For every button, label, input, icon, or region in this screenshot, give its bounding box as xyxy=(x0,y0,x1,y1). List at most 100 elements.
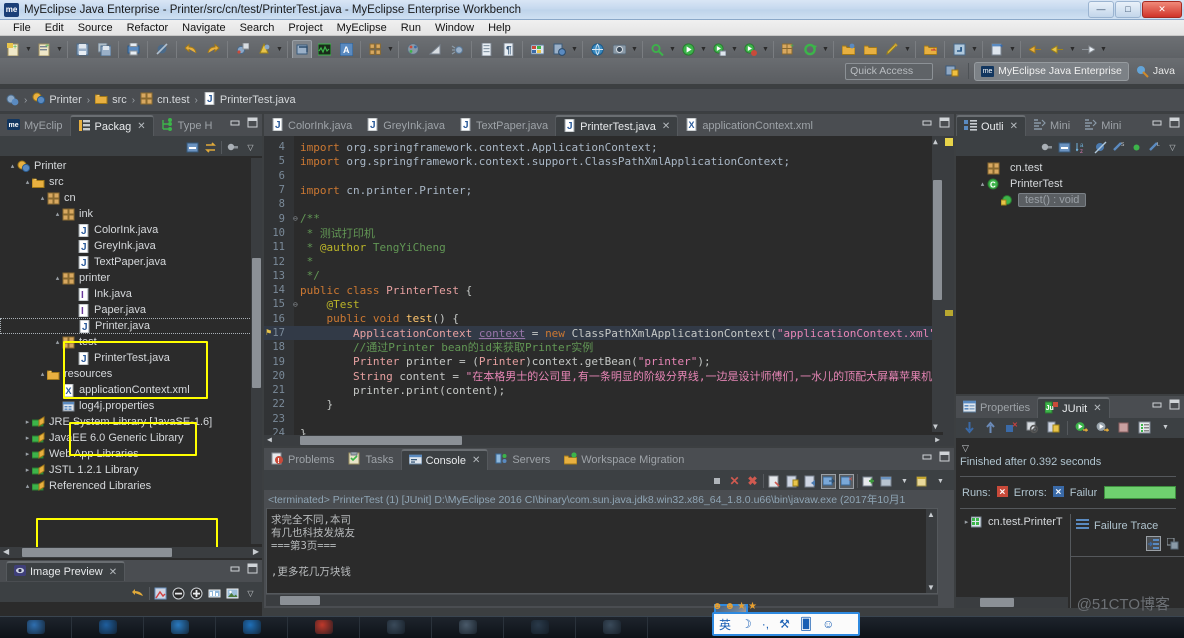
code-line[interactable]: ⚑ 17 ApplicationContext context = new Cla… xyxy=(264,325,949,341)
close-icon[interactable]: ✕ xyxy=(1010,121,1018,132)
menu-item-edit[interactable]: Edit xyxy=(38,21,71,35)
taskbar-item[interactable] xyxy=(288,617,360,638)
tree-item-ink-java[interactable]: I Ink.java xyxy=(0,286,262,302)
expand-arrow-icon[interactable]: ▴ xyxy=(38,194,47,202)
clear-image-icon[interactable] xyxy=(153,586,168,601)
tree-item-referenced-libraries[interactable]: ▴ Referenced Libraries xyxy=(0,478,262,494)
code-line[interactable]: 12 * xyxy=(264,254,932,268)
package-explorer-tree[interactable]: ▴ Printer ▴ src ▴ cn ▴ ink J ColorInk.java J GreyIn… xyxy=(0,158,262,544)
tree-item-web-app-libraries[interactable]: ▸ Web App Libraries xyxy=(0,446,262,462)
new-java-project-dropdown-arrow-icon[interactable]: ▼ xyxy=(55,40,64,60)
tree-item-log4j-properties[interactable]: log4j.properties xyxy=(0,398,262,414)
minimize-icon[interactable] xyxy=(230,117,241,128)
code-line[interactable]: 6 xyxy=(264,169,932,183)
code-line[interactable]: 21 printer.print(content); xyxy=(264,383,932,397)
fit-width-icon[interactable] xyxy=(207,586,222,601)
new-package-wizard-icon[interactable]: + xyxy=(778,40,798,60)
code-line[interactable]: 18 //通过Printer bean的id来获取Printer实例 xyxy=(264,340,932,354)
history-dropdown-icon[interactable]: ▼ xyxy=(1158,420,1173,435)
outline-tree[interactable]: cn.test ▴ C PrinterTest test() : void xyxy=(956,160,1184,208)
zoom-in-icon[interactable] xyxy=(189,586,204,601)
new-window-icon[interactable]: ✦ xyxy=(987,40,1007,60)
new-wizard-dropdown-arrow-icon[interactable]: ▼ xyxy=(24,40,33,60)
paragraph-icon[interactable]: ¶ xyxy=(498,40,518,60)
maximize-button[interactable]: □ xyxy=(1115,1,1141,18)
keyboard-icon[interactable]: 🂠 xyxy=(800,617,812,631)
code-line[interactable]: 22 } xyxy=(264,397,932,411)
filter-stack-trace-icon[interactable] xyxy=(1146,536,1161,551)
snapshot-icon[interactable] xyxy=(609,40,629,60)
editor-vscrollbar[interactable]: ▲ ▼ xyxy=(932,136,943,432)
maximize-icon[interactable] xyxy=(1169,399,1180,410)
tab-packag[interactable]: Packag ✕ xyxy=(69,115,154,136)
new-console-view-icon[interactable] xyxy=(861,474,876,489)
junit-tab-junit[interactable]: Ju JUnit ✕ xyxy=(1037,397,1110,418)
outline-item-cn-test[interactable]: cn.test xyxy=(956,160,1184,176)
import-icon[interactable] xyxy=(860,40,880,60)
smiley-icon[interactable]: ☺ xyxy=(822,617,834,631)
perspective-myeclipse-java-enterprise[interactable]: me MyEclipse Java Enterprise xyxy=(974,61,1129,81)
hide-nonpublic-icon[interactable] xyxy=(1129,140,1144,155)
debug-run-dropdown-arrow-icon[interactable]: ▼ xyxy=(730,40,739,60)
bottom-tab-tasks[interactable]: Tasks xyxy=(341,449,400,470)
maximize-icon[interactable] xyxy=(247,563,258,574)
menu-item-project[interactable]: Project xyxy=(281,21,329,35)
expand-arrow-icon[interactable]: ▴ xyxy=(23,482,32,490)
taskbar-item[interactable] xyxy=(216,617,288,638)
toggle-breakpoint-icon[interactable] xyxy=(152,40,172,60)
save-icon[interactable] xyxy=(72,40,92,60)
bottom-tab-problems[interactable]: ! Problems xyxy=(264,449,341,470)
expand-arrow-icon[interactable]: ▴ xyxy=(53,210,62,218)
junit-result-row[interactable]: ▸ cn.test.PrinterT xyxy=(956,514,1070,530)
editor-vscroll-thumb[interactable] xyxy=(933,180,942,300)
editor-tab-textpaper-java[interactable]: J TextPaper.java xyxy=(452,115,555,136)
tree-item-jre-system-library--javase-1-6-[interactable]: ▸ JRE System Library [JavaSE-1.6] xyxy=(0,414,262,430)
forward-dropdown-arrow-icon[interactable]: ▼ xyxy=(1099,40,1108,60)
snapshot-dropdown-arrow-icon[interactable]: ▼ xyxy=(630,40,639,60)
code-editor[interactable]: 4 import org.springframework.context.Appl… xyxy=(264,136,954,446)
bottom-tab-workspace-migration[interactable]: Workspace Migration xyxy=(557,449,691,470)
refresh-icon[interactable] xyxy=(800,40,820,60)
taskbar-item[interactable] xyxy=(576,617,648,638)
tree-item-paper-java[interactable]: I Paper.java xyxy=(0,302,262,318)
next-failure-icon[interactable] xyxy=(962,420,977,435)
bottom-tab-servers[interactable]: Servers xyxy=(488,449,557,470)
tree-item-javaee-6-0-generic-library[interactable]: ▸ JavaEE 6.0 Generic Library xyxy=(0,430,262,446)
menu-item-search[interactable]: Search xyxy=(233,21,282,35)
outline-tab-outli[interactable]: Outli ✕ xyxy=(956,115,1027,136)
tool-icon[interactable]: ⚒ xyxy=(779,617,790,631)
tree-item-ink[interactable]: ▴ ink xyxy=(0,206,262,222)
open-folder-icon[interactable] xyxy=(920,40,940,60)
ruler-icon[interactable] xyxy=(425,40,445,60)
code-line[interactable]: 23 xyxy=(264,412,932,426)
hide-fields-icon[interactable] xyxy=(1093,140,1108,155)
open-console-dropdown-icon[interactable] xyxy=(879,474,894,489)
myeclipse-monitor-icon[interactable] xyxy=(314,40,334,60)
editor-tab-printertest-java[interactable]: J PrinterTest.java ✕ xyxy=(555,115,679,136)
tree-item-cn[interactable]: ▴ cn xyxy=(0,190,262,206)
display-selected-console-icon[interactable] xyxy=(821,473,836,489)
previous-failure-icon[interactable] xyxy=(983,420,998,435)
perspective-java[interactable]: Java xyxy=(1131,65,1180,78)
close-icon[interactable]: ✕ xyxy=(472,455,480,466)
code-lines[interactable]: 4 import org.springframework.context.Appl… xyxy=(264,140,954,440)
stop-junit-icon[interactable] xyxy=(1025,420,1040,435)
console-output[interactable]: 求完全不同,本司 有几也科技发烧友 ===第3页=== ,更多花几万块钱 ▲ ▼ xyxy=(266,508,938,594)
undo-icon[interactable] xyxy=(131,586,146,601)
console-vscrollbar[interactable]: ▲ ▼ xyxy=(926,509,937,593)
tree-item-greyink-java[interactable]: J GreyInk.java xyxy=(0,238,262,254)
new-wizard-icon[interactable]: + xyxy=(3,40,23,60)
minimize-icon[interactable] xyxy=(1152,399,1163,410)
close-icon[interactable]: ✕ xyxy=(1093,403,1101,414)
taskbar-item[interactable] xyxy=(432,617,504,638)
taskbar-item[interactable] xyxy=(504,617,576,638)
stop-icon[interactable] xyxy=(1116,420,1131,435)
menu-item-run[interactable]: Run xyxy=(394,21,428,35)
focus-on-active-task-icon[interactable] xyxy=(1039,140,1054,155)
expand-arrow-icon[interactable]: ▸ xyxy=(23,434,32,442)
punctuation-icon[interactable]: ·, xyxy=(762,617,769,631)
spray-icon[interactable] xyxy=(447,40,467,60)
tree-item-textpaper-java[interactable]: J TextPaper.java xyxy=(0,254,262,270)
explorer-hscroll-thumb[interactable] xyxy=(22,548,172,557)
code-line[interactable]: 15 ⊖ @Test xyxy=(264,297,932,311)
